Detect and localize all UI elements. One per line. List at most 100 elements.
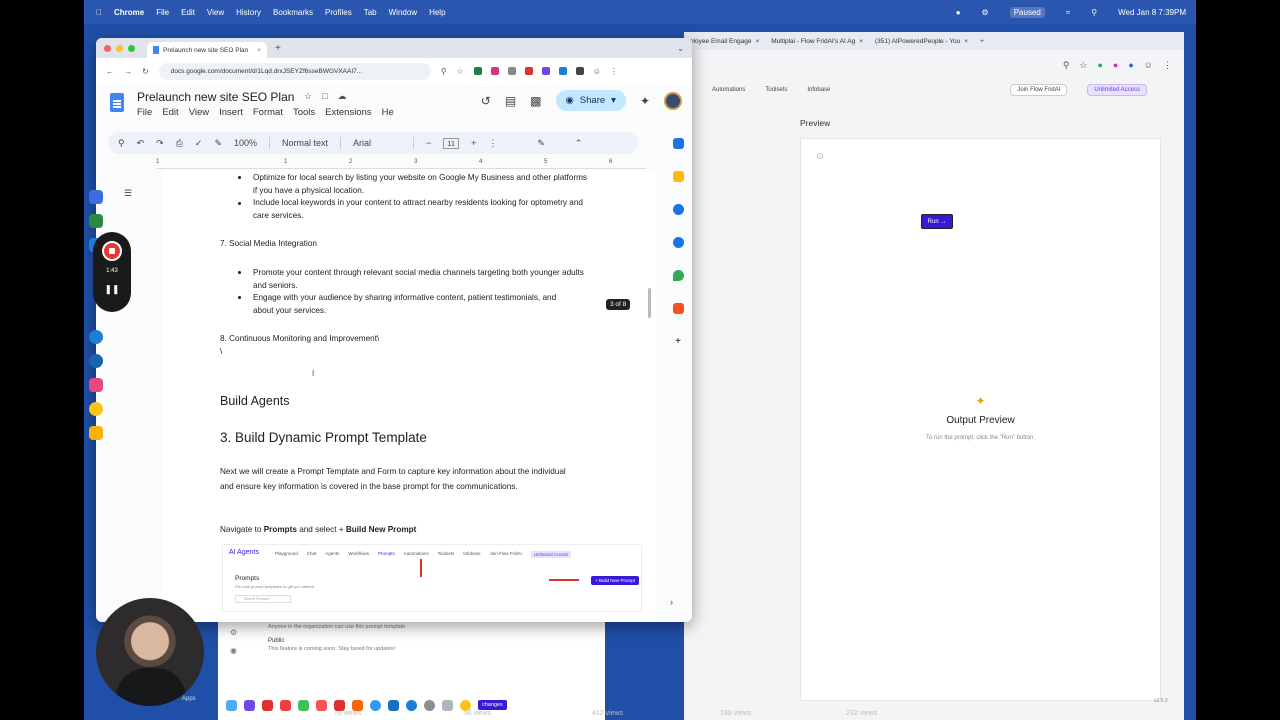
menu-insert[interactable]: Insert	[219, 107, 243, 118]
chevron-down-icon[interactable]: ▾	[611, 95, 616, 106]
calendar-icon[interactable]	[672, 138, 684, 149]
menubar-help[interactable]: Help	[429, 8, 445, 17]
gear-icon[interactable]	[424, 699, 435, 711]
extension-icon[interactable]: ●	[1128, 60, 1133, 70]
share-button[interactable]: ◉ Share ▾	[555, 90, 626, 111]
nav-automations[interactable]: Automations	[712, 87, 745, 93]
font-size-field[interactable]: 11	[443, 137, 460, 149]
menu-extensions[interactable]: Extensions	[325, 107, 371, 118]
star-icon[interactable]: ☆	[1079, 60, 1087, 71]
app-icon[interactable]	[352, 699, 363, 711]
scrollbar-thumb[interactable]	[648, 288, 651, 318]
app-icon[interactable]	[89, 190, 103, 204]
menubar-history[interactable]: History	[236, 8, 261, 17]
tab-search-icon[interactable]: ⌄	[677, 44, 684, 53]
apple-icon[interactable]: 	[96, 8, 102, 17]
menu-help[interactable]: He	[382, 107, 394, 118]
outline-icon[interactable]: ☰	[124, 188, 132, 199]
menu-format[interactable]: Format	[253, 107, 283, 118]
extension-icon[interactable]	[473, 67, 482, 75]
app-icon[interactable]	[89, 354, 103, 368]
background-tab[interactable]: (351) AIPoweredPeople - You ×	[869, 38, 974, 45]
menubar-profiles[interactable]: Profiles	[325, 8, 352, 17]
bracket-icon[interactable]	[244, 699, 255, 711]
menubar-window[interactable]: Window	[389, 8, 417, 17]
undo-icon[interactable]: ↶	[137, 138, 145, 149]
keep-icon[interactable]	[672, 171, 684, 182]
chevron-right-icon[interactable]: ›	[670, 597, 673, 607]
docs-logo-icon[interactable]	[110, 93, 124, 112]
zoom-icon[interactable]: ⚲	[441, 67, 447, 76]
print-icon[interactable]: ⎙	[176, 138, 183, 149]
style-select[interactable]: Normal text	[282, 138, 328, 148]
menu-view[interactable]: View	[189, 107, 209, 118]
close-icon[interactable]: ×	[257, 47, 261, 54]
addon-icon[interactable]	[672, 303, 684, 314]
close-icon[interactable]: ×	[964, 38, 968, 45]
emoji-icon[interactable]	[89, 402, 103, 416]
zoom-window-button[interactable]	[128, 44, 135, 52]
extension-icon[interactable]	[507, 67, 516, 75]
profile-icon[interactable]: ☺	[1144, 60, 1153, 70]
spellcheck-icon[interactable]: ✓	[195, 138, 203, 149]
status-icon[interactable]: ●	[956, 8, 961, 17]
font-select[interactable]: Arial	[353, 138, 401, 148]
zoom-select[interactable]: 100%	[234, 138, 257, 148]
menubar-clock[interactable]: Wed Jan 8 7:39PM	[1118, 8, 1186, 17]
new-tab-icon[interactable]: +	[275, 43, 281, 54]
app-icon[interactable]	[89, 214, 103, 228]
back-icon[interactable]: ←	[106, 67, 114, 76]
meet-icon[interactable]: ▩	[530, 94, 541, 108]
url-field[interactable]: docs.google.com/document/d/1Lqd.drxJSEYZ…	[158, 63, 431, 80]
background-tab[interactable]: Multiplai - Flow FridAI's AI Ag ×	[765, 38, 869, 45]
app-icon[interactable]	[334, 699, 345, 711]
menubar-edit[interactable]: Edit	[181, 8, 195, 17]
list-icon[interactable]	[226, 699, 237, 711]
nav-infobase[interactable]: Infobase	[807, 87, 830, 93]
extension-icon[interactable]	[575, 67, 584, 75]
menubar-bookmarks[interactable]: Bookmarks	[273, 8, 313, 17]
app-icon[interactable]	[89, 330, 103, 344]
extension-icon[interactable]	[490, 67, 499, 75]
stop-recording-button[interactable]	[102, 241, 122, 261]
globe-icon[interactable]: ◉	[230, 646, 237, 655]
changes-button[interactable]: changes	[478, 700, 507, 710]
zoom-icon[interactable]: ⚲	[1063, 60, 1070, 71]
app-icon[interactable]	[89, 378, 103, 392]
paused-indicator[interactable]: Paused	[1009, 6, 1045, 18]
menu-tools[interactable]: Tools	[293, 107, 315, 118]
extension-icon[interactable]	[524, 67, 533, 75]
new-tab-icon[interactable]: +	[980, 38, 984, 45]
move-icon[interactable]: □	[322, 91, 327, 102]
pause-icon[interactable]: ❚❚	[93, 284, 131, 295]
background-tab[interactable]: ployee Email Engage ×	[684, 38, 765, 45]
menubar-tab[interactable]: Tab	[364, 8, 377, 17]
menu-file[interactable]: File	[137, 107, 152, 118]
app-icon[interactable]	[298, 699, 309, 711]
bookmark-star-icon[interactable]: ☆	[457, 67, 464, 76]
apps-label[interactable]: Apps	[182, 696, 196, 702]
extension-icon[interactable]	[541, 67, 550, 75]
book-icon[interactable]	[442, 699, 453, 711]
join-flow-button[interactable]: Join Flow FridAI	[1010, 84, 1068, 96]
menu-edit[interactable]: Edit	[162, 107, 178, 118]
menubar-view[interactable]: View	[207, 8, 224, 17]
unlimited-access-button[interactable]: Unlimited Access	[1087, 84, 1148, 96]
maps-icon[interactable]	[672, 270, 684, 281]
history-icon[interactable]: ↺	[481, 94, 491, 108]
redo-icon[interactable]: ↷	[156, 138, 164, 149]
app-icon[interactable]	[406, 699, 417, 711]
close-window-button[interactable]	[104, 44, 111, 52]
status-icon[interactable]: ⚙	[982, 8, 989, 17]
emoji-icon[interactable]	[460, 699, 471, 711]
app-icon[interactable]	[262, 699, 273, 711]
extension-icon[interactable]: ●	[1097, 60, 1102, 70]
ruler[interactable]: 1 1 2 3 4 5 6	[156, 159, 646, 169]
comments-icon[interactable]: ▤	[505, 94, 516, 108]
active-tab[interactable]: Prelaunch new site SEO Plan ×	[147, 42, 267, 58]
more-icon[interactable]: ⋮	[488, 138, 497, 149]
star-icon[interactable]: ☆	[304, 91, 312, 102]
cloud-status-icon[interactable]: ☁	[338, 91, 347, 102]
tasks-icon[interactable]	[672, 204, 684, 215]
menubar-file[interactable]: File	[156, 8, 169, 17]
